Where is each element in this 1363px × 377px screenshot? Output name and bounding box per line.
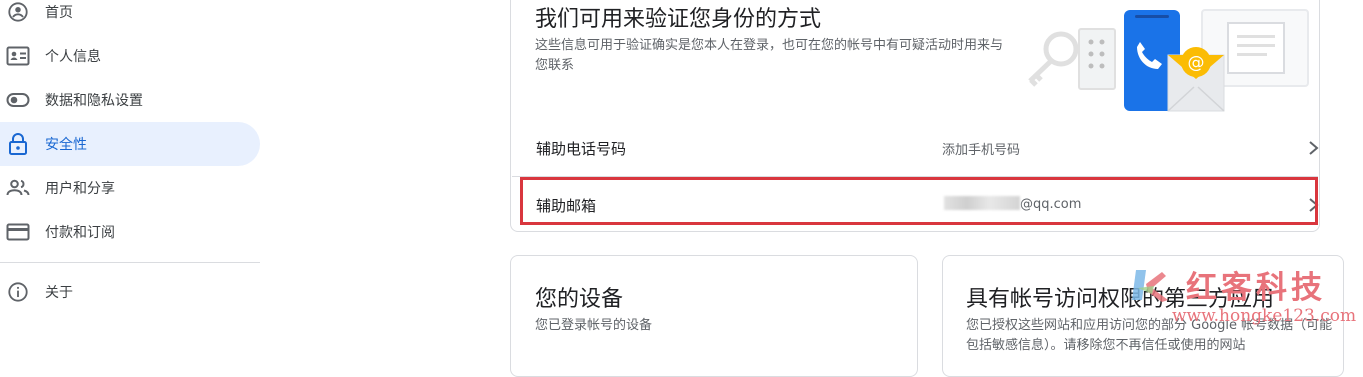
sidebar-item-label: 安全性 [45, 137, 87, 153]
sidebar-item-label: 关于 [45, 285, 73, 301]
svg-text:@: @ [1188, 53, 1205, 73]
lock-icon [6, 132, 30, 156]
security-illustration: @ [1028, 9, 1309, 112]
sidebar-item-about[interactable]: 关于 [0, 270, 260, 314]
sidebar-item-label: 数据和隐私设置 [45, 93, 143, 109]
recovery-email-row[interactable]: 辅助邮箱 @qq.com [512, 177, 1319, 233]
sidebar-item-label: 首页 [45, 5, 73, 21]
account-circle-icon [6, 0, 30, 24]
sidebar-item-people-sharing[interactable]: 用户和分享 [0, 166, 260, 210]
watermark-brand: 红客科技 [1186, 270, 1326, 306]
sidebar-item-label: 用户和分享 [45, 181, 115, 197]
watermark: 红客科技 www.hongke123.com [1128, 262, 1356, 332]
recovery-phone-row[interactable]: 辅助电话号码 添加手机号码 [512, 120, 1319, 176]
sidebar-divider [0, 262, 260, 263]
sidebar-item-home[interactable]: 首页 [0, 0, 260, 34]
card-title: 您的设备 [535, 287, 624, 312]
add-phone-value: 添加手机号码 [942, 143, 1021, 158]
sidebar-item-label: 付款和订阅 [45, 225, 115, 241]
email-domain: @qq.com [1020, 197, 1082, 212]
toggle-icon [6, 88, 30, 112]
recovery-email-value: @qq.com [944, 196, 1081, 212]
chevron-right-icon [1309, 198, 1319, 212]
sidebar-item-personal-info[interactable]: 个人信息 [0, 34, 260, 78]
recovery-phone-label: 辅助电话号码 [536, 140, 627, 158]
people-icon [6, 176, 30, 200]
verify-methods-card: 我们可用来验证您身份的方式 这些信息可用于验证确实是您本人在登录，也可在您的帐号… [510, 0, 1320, 232]
sidebar-item-label: 个人信息 [45, 49, 101, 65]
recovery-email-label: 辅助邮箱 [536, 197, 597, 215]
card-description: 您已登录帐号的设备 [535, 318, 653, 333]
devices-card[interactable]: 您的设备 您已登录帐号的设备 [510, 255, 918, 377]
sidebar-item-payments[interactable]: 付款和订阅 [0, 210, 260, 254]
sidebar-item-data-privacy[interactable]: 数据和隐私设置 [0, 78, 260, 122]
redacted-email-blur [944, 196, 1020, 210]
id-card-icon [6, 44, 30, 68]
info-icon [6, 280, 30, 304]
credit-card-icon [6, 220, 30, 244]
card-description: 这些信息可用于验证确实是您本人在登录，也可在您的帐号中有可疑活动时用来与您联系 [535, 38, 1004, 73]
watermark-logo-icon [1132, 270, 1168, 302]
chevron-right-icon [1309, 141, 1319, 155]
card-title: 我们可用来验证您身份的方式 [535, 7, 822, 32]
sidebar-item-security[interactable]: 安全性 [0, 122, 260, 166]
sidebar-nav: 首页 个人信息 数据和隐私设置 安全性 用户和分享 付款和订阅 关于 [0, 0, 262, 351]
watermark-url: www.hongke123.com [1172, 306, 1357, 326]
